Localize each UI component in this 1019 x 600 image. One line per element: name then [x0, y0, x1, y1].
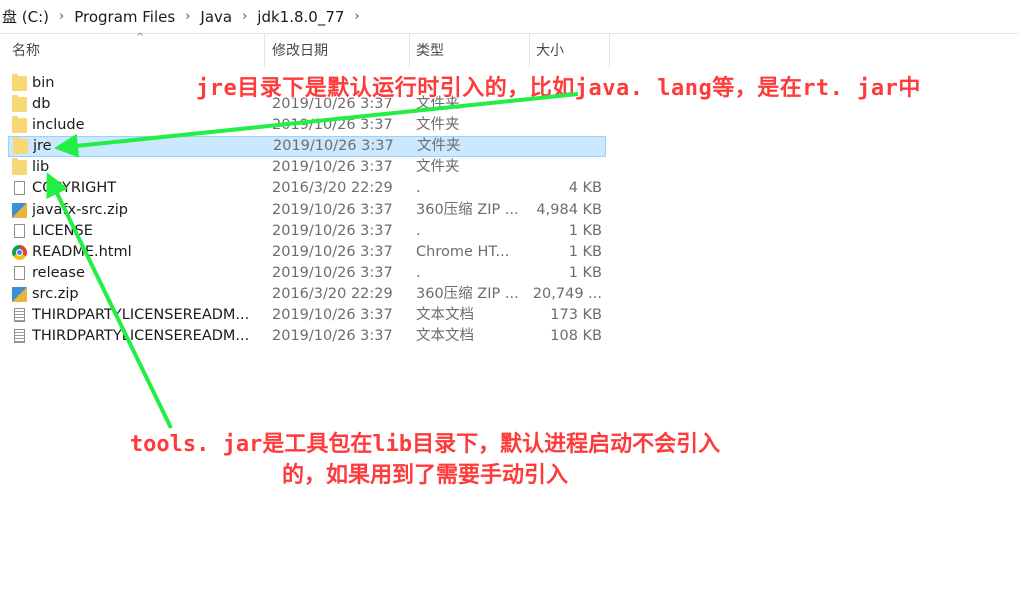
- file-type: 文本文档: [416, 328, 474, 345]
- file-type: .: [416, 264, 421, 281]
- chevron-right-icon: ›: [242, 9, 248, 24]
- file-size: 20,749 ...: [532, 285, 602, 302]
- file-name: src.zip: [32, 285, 79, 302]
- file-name: THIRDPARTYLICENSEREADM...: [32, 307, 250, 324]
- file-name: javafx-src.zip: [32, 201, 128, 218]
- file-type: 文件夹: [416, 117, 460, 134]
- file-size: 4 KB: [568, 180, 602, 197]
- column-header-date-label: 修改日期: [272, 43, 328, 59]
- column-header-name[interactable]: ^ 名称: [6, 32, 265, 68]
- file-row[interactable]: README.html 2019/10/26 3:37 Chrome HT... 1 …: [0, 242, 610, 263]
- chevron-right-icon: ›: [354, 9, 360, 24]
- file-type: .: [416, 180, 421, 197]
- text-doc-icon: [14, 329, 25, 344]
- file-name: README.html: [32, 243, 132, 260]
- file-row[interactable]: lib 2019/10/26 3:37 文件夹: [0, 157, 610, 178]
- file-size: 173 KB: [550, 307, 602, 324]
- file-name: lib: [32, 159, 50, 176]
- file-date: 2019/10/26 3:37: [273, 138, 394, 155]
- folder-icon: [12, 158, 27, 176]
- file-row[interactable]: THIRDPARTYLICENSEREADM... 2019/10/26 3:37…: [0, 326, 610, 347]
- file-name: include: [32, 117, 85, 134]
- file-row[interactable]: COPYRIGHT 2016/3/20 22:29. 4 KB: [0, 178, 610, 199]
- file-type: 文件夹: [416, 159, 460, 176]
- file-name: COPYRIGHT: [32, 180, 117, 197]
- file-size: 1 KB: [568, 264, 602, 281]
- zip-icon: [12, 286, 27, 302]
- file-size: 1 KB: [568, 222, 602, 239]
- annotation-tools-jar: tools. jar是工具包在lib目录下，默认进程启动不会引入 的，如果用到了…: [80, 429, 770, 491]
- column-header-name-label: 名称: [12, 43, 40, 59]
- file-type: .: [416, 222, 421, 239]
- file-name: jre: [33, 138, 52, 155]
- annotation-tools-jar-line2: 的，如果用到了需要手动引入: [281, 463, 568, 488]
- file-type: 360压缩 ZIP ...: [416, 201, 519, 218]
- file-date: 2016/3/20 22:29: [272, 285, 393, 302]
- folder-icon: [13, 137, 28, 155]
- chevron-right-icon: ›: [185, 9, 191, 24]
- file-row[interactable]: javafx-src.zip 2019/10/26 3:37 360压缩 ZIP .…: [0, 200, 610, 221]
- file-date: 2019/10/26 3:37: [272, 243, 393, 260]
- file-row[interactable]: LICENSE 2019/10/26 3:37. 1 KB: [0, 221, 610, 242]
- file-type: 360压缩 ZIP ...: [416, 285, 519, 302]
- file-size: 1 KB: [568, 243, 602, 260]
- file-date: 2016/3/20 22:29: [272, 180, 393, 197]
- folder-icon: [12, 74, 27, 91]
- chrome-icon: [12, 244, 27, 260]
- column-header-date[interactable]: 修改日期: [266, 34, 410, 68]
- file-size: 4,984 KB: [536, 201, 602, 218]
- folder-icon: [12, 116, 27, 134]
- zip-icon: [12, 202, 27, 218]
- annotation-jre: jre目录下是默认运行时引入的，比如java. lang等，是在rt. jar中: [196, 76, 921, 101]
- breadcrumb-java[interactable]: Java: [198, 8, 234, 26]
- file-size: 108 KB: [550, 328, 602, 345]
- file-row[interactable]: jre 2019/10/26 3:37 文件夹: [8, 136, 606, 158]
- column-header: ^ 名称 修改日期 类型 大小: [0, 32, 610, 68]
- column-header-size-label: 大小: [536, 43, 564, 59]
- file-row[interactable]: THIRDPARTYLICENSEREADM... 2019/10/26 3:37…: [0, 305, 610, 326]
- file-row[interactable]: release 2019/10/26 3:37. 1 KB: [0, 263, 610, 284]
- file-name: THIRDPARTYLICENSEREADM...: [32, 328, 250, 345]
- text-doc-icon: [14, 308, 25, 323]
- file-date: 2019/10/26 3:37: [272, 307, 393, 324]
- file-name: release: [32, 264, 85, 281]
- file-type: Chrome HT...: [416, 243, 510, 260]
- file-date: 2019/10/26 3:37: [272, 328, 393, 345]
- chevron-right-icon: ›: [59, 9, 65, 24]
- file-row[interactable]: include 2019/10/26 3:37 文件夹: [0, 115, 610, 136]
- column-header-size[interactable]: 大小: [530, 34, 610, 68]
- breadcrumb: 盘 (C:) › Program Files › Java › jdk1.8.0…: [0, 0, 1019, 34]
- file-date: 2019/10/26 3:37: [272, 264, 393, 281]
- file-icon: [14, 265, 25, 280]
- file-date: 2019/10/26 3:37: [272, 117, 393, 134]
- file-row[interactable]: src.zip 2016/3/20 22:29 360压缩 ZIP ... 20,74…: [0, 284, 610, 305]
- file-list: bin db 2019/10/26 3:37 文件夹 include 2019/10/26…: [0, 73, 610, 347]
- file-name: LICENSE: [32, 222, 93, 239]
- breadcrumb-jdk[interactable]: jdk1.8.0_77: [255, 8, 346, 26]
- annotation-tools-jar-line1: tools. jar是工具包在lib目录下，默认进程启动不会引入: [129, 432, 721, 457]
- column-header-type[interactable]: 类型: [410, 34, 530, 68]
- sort-ascending-icon: ^: [136, 32, 145, 43]
- file-date: 2019/10/26 3:37: [272, 222, 393, 239]
- file-type: 文本文档: [416, 307, 474, 324]
- folder-icon: [12, 95, 27, 113]
- file-date: 2019/10/26 3:37: [272, 201, 393, 218]
- file-type: 文件夹: [417, 138, 461, 155]
- file-icon: [14, 181, 25, 196]
- file-icon: [14, 223, 25, 238]
- column-header-type-label: 类型: [416, 43, 444, 59]
- breadcrumb-program-files[interactable]: Program Files: [72, 8, 177, 26]
- breadcrumb-drive[interactable]: 盘 (C:): [0, 6, 51, 27]
- file-date: 2019/10/26 3:37: [272, 159, 393, 176]
